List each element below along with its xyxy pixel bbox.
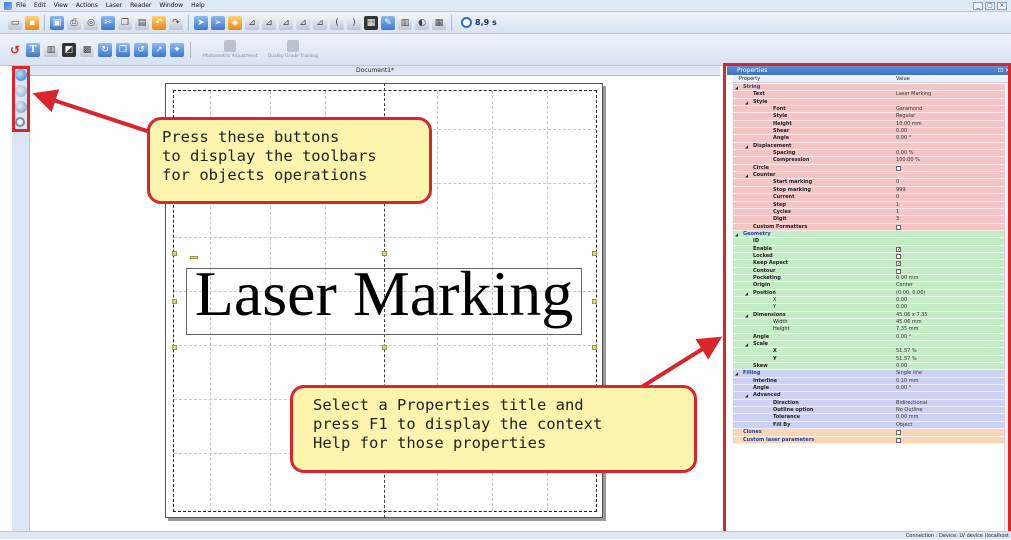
rotate-ccw-icon[interactable]: ↺ (134, 42, 148, 57)
timer-value: 8,9 s (475, 18, 497, 27)
print-icon[interactable]: ⎙ (67, 15, 81, 30)
callout-line: press F1 to display the context (313, 415, 603, 433)
selection-handle[interactable] (172, 299, 177, 304)
status-bar: Connection : Device: LV device (localhos… (0, 531, 1011, 539)
copy-array-icon[interactable]: ❐ (116, 42, 130, 57)
laser-focus-icon[interactable]: ◈ (228, 15, 242, 30)
text-tool-icon[interactable]: T (26, 42, 40, 57)
menu-item-window[interactable]: Window (159, 2, 183, 9)
menu-item-view[interactable]: View (54, 2, 68, 9)
rotate-red-icon[interactable]: ↺ (8, 43, 22, 57)
selection-handle[interactable] (592, 345, 597, 350)
paste-icon[interactable]: ▤ (135, 15, 149, 30)
barcode-tool-icon[interactable]: ▥ (44, 42, 58, 57)
preview-icon[interactable]: ◎ (84, 15, 98, 30)
photometric-icon (224, 40, 237, 52)
grid-icon[interactable]: ▦ (432, 15, 446, 30)
window-controls: _ ▢ × (973, 2, 1007, 10)
laser-preview-icon[interactable]: ➢ (211, 15, 225, 30)
app-logo-icon[interactable] (4, 1, 12, 10)
undo-icon[interactable]: ↶ (152, 15, 166, 30)
selection-handle[interactable] (592, 251, 597, 256)
copy-icon[interactable]: ❐ (118, 15, 132, 30)
menu-item-reader[interactable]: Reader (130, 2, 151, 9)
callout-line: for objects operations (162, 166, 368, 184)
rotation-handle[interactable] (190, 256, 198, 259)
callout-line: Help for those properties (313, 434, 547, 452)
menu-item-actions[interactable]: Actions (76, 2, 98, 9)
laser-window-icon[interactable]: ▦ (364, 15, 378, 30)
menu-item-help[interactable]: Help (191, 2, 205, 9)
layout-icon[interactable]: ▥ (398, 15, 412, 30)
photometric-adjustment-button[interactable]: Photometric Adjustment (203, 40, 258, 59)
photometric-label: Photometric Adjustment (203, 54, 258, 59)
redo-icon[interactable]: ↷ (169, 15, 183, 30)
cut-icon[interactable]: ✂ (101, 15, 115, 30)
camera-icon[interactable]: ◐ (415, 15, 429, 30)
align-bottom-icon[interactable]: ⊿ (313, 15, 327, 30)
bracket-left-icon[interactable]: ( (330, 15, 344, 30)
laser-start-icon[interactable]: ➤ (194, 15, 208, 30)
matrix-tool-icon[interactable]: ▩ (80, 42, 94, 57)
menu-item-file[interactable]: File (16, 2, 26, 9)
image-tool-icon[interactable]: ◩ (62, 42, 76, 57)
open-folder-icon[interactable]: ▪ (25, 15, 39, 30)
properties-highlight (723, 63, 1011, 539)
menu-items: File Edit View Actions Laser Reader Window Help (16, 2, 213, 9)
main-toolbar: ▭ ▪ ▣ ⎙ ◎ ✂ ❐ ▤ ↶ ↷ ➤ ➢ ◈ ⊿ ⊿ ⊿ ⊿ ⊿ ( ) … (0, 12, 1011, 34)
toolbar-help-callout: Press these buttons to display the toolb… (147, 117, 432, 204)
selection-handle[interactable] (172, 345, 177, 350)
save-icon[interactable]: ▣ (50, 15, 64, 30)
rotate-cw-icon[interactable]: ↻ (98, 42, 112, 57)
properties-help-callout: Select a Properties title and press F1 t… (290, 385, 697, 473)
selection-handle[interactable] (382, 251, 387, 256)
object-toolbar: ↺ T ▥ ◩ ▩ ↻ ❐ ↺ ↗ ✦ Photometric Adjustme… (0, 34, 1011, 66)
pen-icon[interactable]: ✎ (381, 15, 395, 30)
laser-marking-text-object[interactable]: Laser Marking (186, 251, 582, 337)
toolbar-separator (188, 14, 189, 31)
callout-line: Select a Properties title and (313, 396, 584, 414)
left-toolbar-highlight (12, 66, 30, 132)
node-edit-icon[interactable]: ✦ (170, 42, 184, 57)
transform-icon[interactable]: ↗ (152, 42, 166, 57)
align-right-icon[interactable]: ⊿ (279, 15, 293, 30)
grid-line (174, 237, 596, 238)
clock-icon (461, 17, 472, 28)
callout-line: Press these buttons (162, 128, 340, 146)
align-icon[interactable]: ⊿ (245, 15, 259, 30)
quality-grade-training-button[interactable]: Quality Grade Training (268, 40, 318, 59)
callout-line: to display the toolbars (162, 147, 377, 165)
bracket-right-icon[interactable]: ) (347, 15, 361, 30)
toolbar-separator (44, 14, 45, 31)
close-button[interactable]: × (997, 2, 1007, 10)
marking-timer: 8,9 s (461, 17, 497, 28)
minimize-button[interactable]: _ (973, 2, 983, 10)
align-top-icon[interactable]: ⊿ (296, 15, 310, 30)
menu-item-laser[interactable]: Laser (106, 2, 122, 9)
toolbar-separator (190, 41, 191, 58)
maximize-button[interactable]: ▢ (985, 2, 995, 10)
align-left-icon[interactable]: ⊿ (262, 15, 276, 30)
quality-label: Quality Grade Training (267, 54, 319, 59)
toolbar-separator (451, 14, 452, 31)
selection-handle[interactable] (592, 299, 597, 304)
quality-icon (286, 40, 299, 52)
menu-item-edit[interactable]: Edit (34, 2, 46, 9)
selection-handle[interactable] (172, 251, 177, 256)
menu-bar: File Edit View Actions Laser Reader Window Help (0, 0, 1011, 12)
object-operations-toolbar (12, 66, 30, 539)
tab-document[interactable]: Document1* (30, 66, 720, 76)
new-document-icon[interactable]: ▭ (8, 15, 22, 30)
selection-handle[interactable] (382, 345, 387, 350)
